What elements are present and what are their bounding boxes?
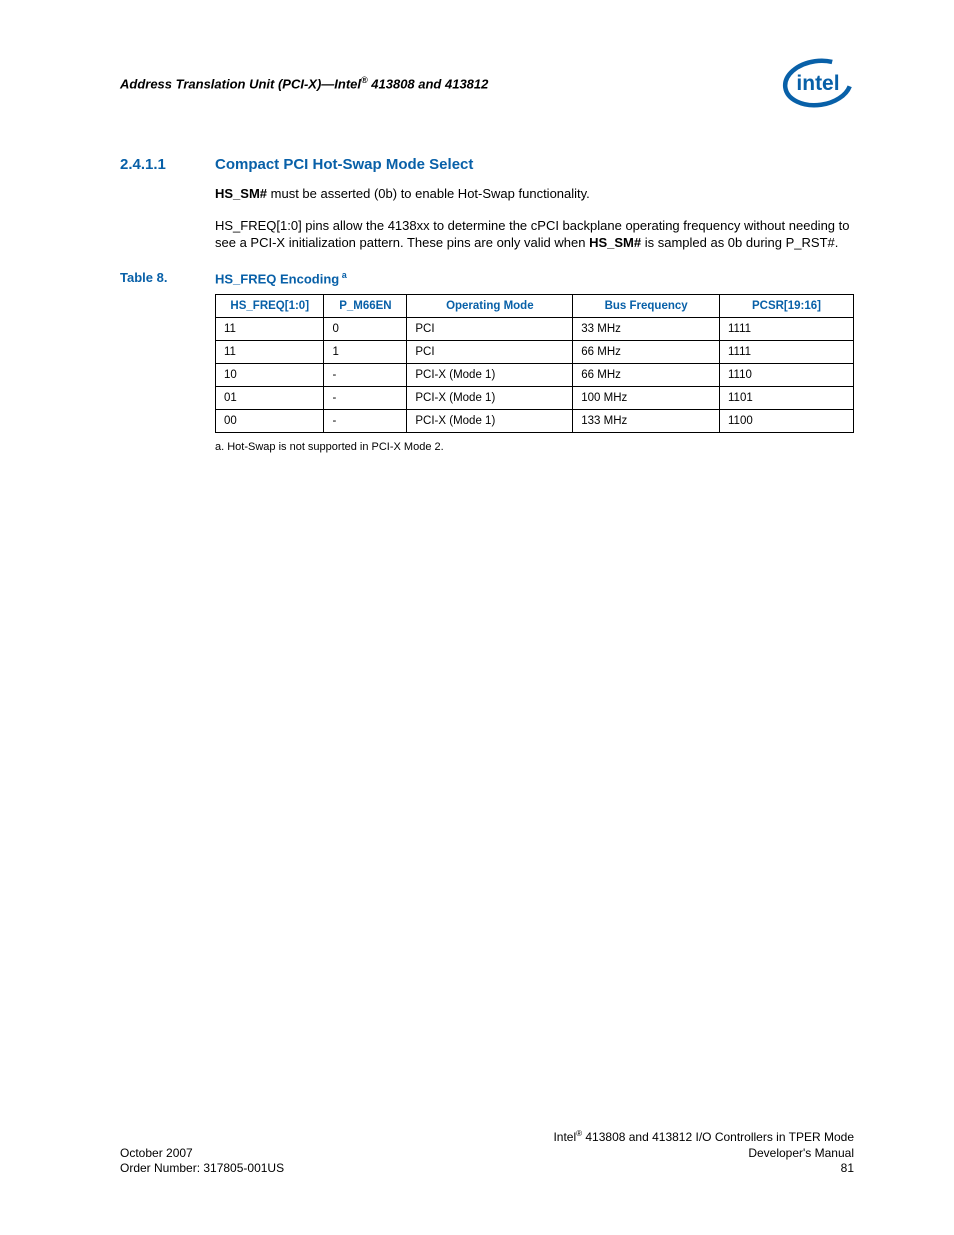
section-heading: 2.4.1.1 Compact PCI Hot-Swap Mode Select: [120, 156, 854, 173]
cell: 11: [216, 317, 324, 340]
para2-line2: is sampled as 0b during P_RST#.: [641, 235, 838, 250]
cell: PCI-X (Mode 1): [407, 409, 573, 432]
page-footer: October 2007 Order Number: 317805-001US …: [120, 1129, 854, 1177]
table-row: 11 1 PCI 66 MHz 1111: [216, 340, 854, 363]
header-title-pre: Address Translation Unit (PCI-X)—Intel: [120, 76, 361, 91]
cell: 133 MHz: [573, 409, 720, 432]
table-row: 00 - PCI-X (Mode 1) 133 MHz 1100: [216, 409, 854, 432]
footer-order-number: Order Number: 317805-001US: [120, 1161, 284, 1177]
cell: 1100: [720, 409, 854, 432]
cell: 66 MHz: [573, 363, 720, 386]
cell: -: [324, 409, 407, 432]
cell: -: [324, 363, 407, 386]
cell: 1111: [720, 317, 854, 340]
cell: 1111: [720, 340, 854, 363]
table-footnote: a. Hot-Swap is not supported in PCI-X Mo…: [215, 441, 854, 453]
header-reg: ®: [361, 75, 368, 85]
footer-manual: Developer's Manual: [553, 1146, 854, 1162]
cell: 1: [324, 340, 407, 363]
cell: 11: [216, 340, 324, 363]
svg-text:intel: intel: [796, 72, 839, 95]
paragraph-2: HS_FREQ[1:0] pins allow the 4138xx to de…: [215, 217, 854, 252]
cell: 1101: [720, 386, 854, 409]
th-pcsr: PCSR[19:16]: [720, 294, 854, 317]
cell: 66 MHz: [573, 340, 720, 363]
footer-left: October 2007 Order Number: 317805-001US: [120, 1146, 284, 1177]
table-header-row: HS_FREQ[1:0] P_M66EN Operating Mode Bus …: [216, 294, 854, 317]
cell: PCI: [407, 317, 573, 340]
table-row: 10 - PCI-X (Mode 1) 66 MHz 1110: [216, 363, 854, 386]
footer-date: October 2007: [120, 1146, 284, 1162]
footer-product: Intel® 413808 and 413812 I/O Controllers…: [553, 1129, 854, 1146]
header-title-post: 413808 and 413812: [368, 76, 489, 91]
header-title: Address Translation Unit (PCI-X)—Intel® …: [120, 75, 488, 91]
cell: PCI: [407, 340, 573, 363]
para1-rest: must be asserted (0b) to enable Hot-Swap…: [267, 186, 590, 201]
cell: 0: [324, 317, 407, 340]
th-opmode: Operating Mode: [407, 294, 573, 317]
cell: PCI-X (Mode 1): [407, 363, 573, 386]
footer-product-post: 413808 and 413812 I/O Controllers in TPE…: [582, 1130, 854, 1144]
table-caption-text: HS_FREQ Encoding: [215, 271, 339, 286]
intel-logo: intel: [782, 58, 854, 108]
para1-bold: HS_SM#: [215, 186, 267, 201]
footer-right: Intel® 413808 and 413812 I/O Controllers…: [553, 1129, 854, 1177]
footer-page-number: 81: [553, 1161, 854, 1177]
page-header: Address Translation Unit (PCI-X)—Intel® …: [120, 58, 854, 108]
cell: 1110: [720, 363, 854, 386]
paragraph-1: HS_SM# must be asserted (0b) to enable H…: [215, 185, 854, 203]
cell: PCI-X (Mode 1): [407, 386, 573, 409]
cell: 01: [216, 386, 324, 409]
hsfreq-table: HS_FREQ[1:0] P_M66EN Operating Mode Bus …: [215, 294, 854, 433]
cell: 00: [216, 409, 324, 432]
table-caption: HS_FREQ Encoding a: [215, 270, 347, 286]
table-label-row: Table 8. HS_FREQ Encoding a: [120, 270, 854, 286]
th-busfreq: Bus Frequency: [573, 294, 720, 317]
cell: 33 MHz: [573, 317, 720, 340]
section-title: Compact PCI Hot-Swap Mode Select: [215, 156, 473, 173]
cell: 10: [216, 363, 324, 386]
cell: -: [324, 386, 407, 409]
th-hsfreq: HS_FREQ[1:0]: [216, 294, 324, 317]
th-pm66en: P_M66EN: [324, 294, 407, 317]
table-row: 11 0 PCI 33 MHz 1111: [216, 317, 854, 340]
cell: 100 MHz: [573, 386, 720, 409]
section-number: 2.4.1.1: [120, 156, 215, 173]
table-label: Table 8.: [120, 270, 215, 286]
para2-bold: HS_SM#: [589, 235, 641, 250]
table-row: 01 - PCI-X (Mode 1) 100 MHz 1101: [216, 386, 854, 409]
footer-product-pre: Intel: [553, 1130, 576, 1144]
table-caption-sup: a: [339, 270, 347, 280]
